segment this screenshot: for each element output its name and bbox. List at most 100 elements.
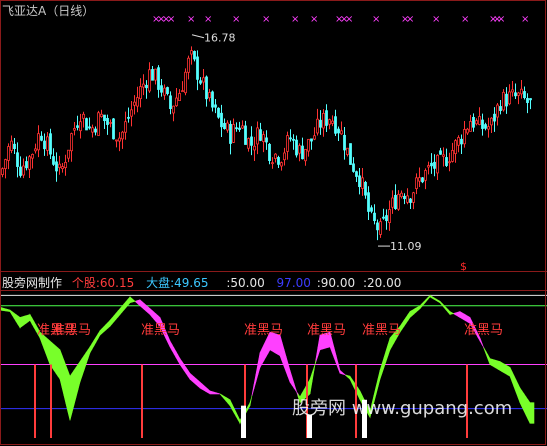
candle: [523, 86, 526, 100]
candle-body: [283, 152, 286, 161]
red-signal-bar: [50, 364, 52, 438]
candle: [22, 158, 25, 179]
candle: [121, 130, 124, 149]
candle-body: [280, 162, 283, 167]
candle-body: [88, 126, 91, 129]
candle: [373, 204, 376, 225]
candle: [226, 120, 229, 133]
candle: [166, 86, 169, 96]
candle-body: [235, 127, 238, 130]
market-label: 大盘:: [146, 276, 175, 290]
candle-body: [490, 117, 493, 126]
candle: [148, 62, 151, 93]
candle: [64, 154, 67, 176]
signal-marker: ×: [262, 14, 270, 25]
candle: [118, 132, 121, 152]
candle-body: [409, 198, 412, 203]
signal-label: 准黑马: [141, 323, 180, 338]
low-label: 11.09: [390, 240, 422, 253]
candle-body: [355, 171, 358, 177]
candle-body: [250, 136, 253, 146]
candle: [85, 117, 88, 131]
candle-body: [316, 118, 319, 134]
candle-body: [406, 195, 409, 203]
candle-body: [109, 122, 112, 124]
candle: [25, 156, 28, 171]
candle: [475, 118, 478, 126]
watermark: 股旁网 www.gupang.com: [292, 398, 512, 419]
candle-body: [91, 127, 94, 133]
candle: [352, 157, 355, 173]
signal-label: 准黑马: [52, 323, 91, 338]
candle: [247, 137, 250, 152]
high-label: 16.78: [204, 32, 236, 45]
candle-body: [496, 104, 499, 118]
candle-body: [475, 120, 478, 125]
signal-label: 准黑马: [362, 323, 401, 338]
candle-body: [418, 177, 421, 182]
candle-body: [436, 154, 439, 174]
candle-body: [502, 91, 505, 111]
candle: [70, 132, 73, 162]
candle-body: [55, 161, 58, 172]
ribbon-segment: [217, 392, 221, 395]
candle: [355, 170, 358, 182]
candle-body: [247, 138, 250, 149]
candle: [187, 55, 190, 80]
candle: [310, 138, 313, 150]
candle-body: [322, 113, 325, 129]
candle: [235, 122, 238, 132]
candle-body: [184, 71, 187, 94]
candle: [172, 105, 175, 122]
candle: [298, 143, 301, 162]
candle-body: [82, 113, 85, 119]
candle: [316, 108, 319, 136]
candle: [442, 147, 445, 167]
candle-body: [424, 170, 427, 181]
candle: [109, 119, 112, 128]
candle: [511, 80, 514, 97]
candle-body: [472, 116, 475, 128]
candle-body: [430, 162, 433, 167]
candle: [208, 88, 211, 102]
level-50: :50.00: [226, 276, 265, 290]
candle-body: [469, 121, 472, 132]
candle-body: [145, 84, 148, 89]
candle: [436, 154, 439, 181]
signal-marker: ×: [167, 14, 175, 25]
chart-frame: [0, 0, 546, 445]
candle: [499, 100, 502, 115]
indicator-panel: 准黑马准黑马 准黑马 准黑马 准黑马 准黑马 准黑马股旁网 www.gupang.com: [0, 294, 547, 438]
candle-body: [259, 129, 262, 141]
signal-label: 准黑马: [307, 323, 346, 338]
candle-body: [112, 118, 115, 140]
candle-body: [487, 126, 490, 130]
candle: [229, 120, 232, 155]
candle: [46, 131, 49, 156]
candle: [526, 93, 529, 114]
candle: [439, 147, 442, 155]
red-signal-bar: [141, 364, 143, 438]
candle-body: [295, 139, 298, 156]
candle: [256, 121, 259, 155]
candle-body: [13, 143, 16, 150]
candle-body: [328, 119, 331, 125]
candle: [250, 126, 253, 156]
candle: [304, 148, 307, 166]
candle-body: [25, 161, 28, 169]
candle-body: [484, 124, 487, 129]
candle: [262, 131, 265, 153]
candle-body: [481, 119, 484, 129]
candle-body: [22, 165, 25, 176]
candle-body: [397, 193, 400, 210]
candle-body: [94, 128, 97, 133]
candle-body: [241, 125, 244, 129]
candle-body: [34, 148, 37, 152]
candle-body: [367, 192, 370, 212]
candle: [13, 138, 16, 155]
candle-body: [100, 113, 103, 117]
candle: [460, 134, 463, 154]
candle-body: [451, 150, 454, 162]
signal-marker: ×: [232, 14, 240, 25]
candle: [55, 152, 58, 182]
